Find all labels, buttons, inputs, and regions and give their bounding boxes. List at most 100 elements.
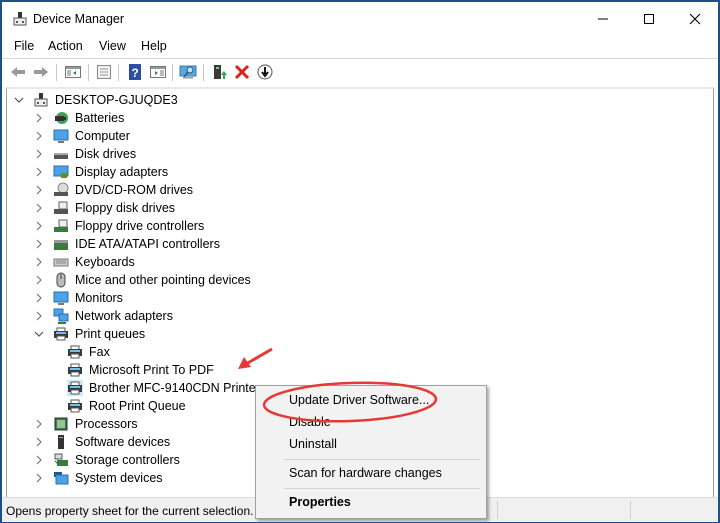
floppy-disk-icon: [53, 200, 69, 216]
menu-help[interactable]: Help: [141, 39, 167, 53]
expand-toggle[interactable]: [33, 418, 45, 430]
title-bar[interactable]: Device Manager: [2, 2, 718, 36]
properties-button[interactable]: [95, 63, 113, 81]
chevron-right-icon: [36, 311, 42, 321]
menu-scan-hardware[interactable]: Scan for hardware changes: [289, 466, 442, 480]
tree-category[interactable]: Floppy drive controllers: [33, 217, 206, 235]
chevron-right-icon: [36, 293, 42, 303]
menu-separator: [284, 488, 480, 489]
tree-item-label: Display adapters: [75, 165, 169, 179]
menu-uninstall[interactable]: Uninstall: [289, 437, 337, 451]
printer-icon: [67, 362, 83, 378]
disable-button[interactable]: [256, 63, 274, 81]
minimize-button[interactable]: [580, 2, 626, 36]
tree-item-label: DESKTOP-GJUQDE3: [55, 93, 178, 107]
action-pane-button[interactable]: [149, 63, 167, 81]
disable-icon: [257, 64, 273, 80]
expand-toggle[interactable]: [13, 94, 25, 106]
help-button[interactable]: ?: [126, 63, 144, 81]
tree-category[interactable]: Mice and other pointing devices: [33, 271, 253, 289]
tree-category[interactable]: Disk drives: [33, 145, 138, 163]
menu-view[interactable]: View: [99, 39, 126, 53]
svg-text:?: ?: [131, 66, 138, 80]
menu-action[interactable]: Action: [48, 39, 83, 53]
update-driver-button[interactable]: [211, 63, 229, 81]
tree-item-label: Brother MFC-9140CDN Printer: [87, 381, 262, 395]
expand-toggle[interactable]: [33, 184, 45, 196]
tree-category[interactable]: Processors: [33, 415, 140, 433]
tree-item-label: Floppy drive controllers: [75, 219, 205, 233]
tree-device[interactable]: Root Print Queue: [67, 397, 188, 415]
expand-toggle[interactable]: [33, 310, 45, 322]
tree-category[interactable]: Monitors: [33, 289, 125, 307]
chevron-right-icon: [36, 275, 42, 285]
tree-item-label: Print queues: [75, 327, 146, 341]
tree-category[interactable]: IDE ATA/ATAPI controllers: [33, 235, 222, 253]
chevron-right-icon: [36, 257, 42, 267]
toolbar-separator: [56, 64, 57, 81]
console-tree-button[interactable]: [64, 63, 82, 81]
software-device-icon: [53, 434, 69, 450]
tree-category[interactable]: DVD/CD-ROM drives: [33, 181, 195, 199]
chevron-down-icon: [34, 331, 44, 337]
tree-category[interactable]: Software devices: [33, 433, 172, 451]
tree-category[interactable]: Print queues: [33, 325, 147, 343]
expand-toggle[interactable]: [33, 202, 45, 214]
chevron-right-icon: [36, 437, 42, 447]
tree-item-label: Root Print Queue: [89, 399, 186, 413]
tree-category[interactable]: Batteries: [33, 109, 126, 127]
tree-category[interactable]: Storage controllers: [33, 451, 182, 469]
expand-toggle[interactable]: [33, 454, 45, 466]
context-menu: Update Driver Software... Disable Uninst…: [255, 385, 487, 519]
show-action-pane-icon: [150, 66, 166, 78]
expand-toggle[interactable]: [33, 328, 45, 340]
toolbar: ?: [2, 58, 718, 85]
expand-toggle[interactable]: [33, 166, 45, 178]
expand-toggle[interactable]: [33, 238, 45, 250]
menu-disable[interactable]: Disable: [289, 415, 331, 429]
tree-item-label: Microsoft Print To PDF: [89, 363, 214, 377]
expand-toggle[interactable]: [33, 436, 45, 448]
tree-item-label: Storage controllers: [75, 453, 180, 467]
close-button[interactable]: [672, 2, 718, 36]
chevron-right-icon: [36, 167, 42, 177]
show-hide-console-tree-icon: [65, 66, 81, 78]
tree-category[interactable]: Floppy disk drives: [33, 199, 177, 217]
expand-toggle[interactable]: [33, 292, 45, 304]
expand-toggle[interactable]: [33, 130, 45, 142]
tree-device[interactable]: Microsoft Print To PDF: [67, 361, 216, 379]
display-adapter-icon: [53, 164, 69, 180]
tree-device-selected[interactable]: Brother MFC-9140CDN Printer: [67, 379, 262, 397]
battery-icon: [53, 110, 69, 126]
expand-toggle[interactable]: [33, 274, 45, 286]
menu-properties[interactable]: Properties: [289, 495, 351, 509]
expand-toggle[interactable]: [33, 148, 45, 160]
tree-category[interactable]: Network adapters: [33, 307, 175, 325]
tree-category[interactable]: Computer: [33, 127, 132, 145]
menu-file[interactable]: File: [14, 39, 34, 53]
tree-item-label: Software devices: [75, 435, 171, 449]
chevron-right-icon: [36, 113, 42, 123]
tree-item-label: Network adapters: [75, 309, 173, 323]
uninstall-button[interactable]: [233, 63, 251, 81]
toolbar-separator: [172, 64, 173, 81]
maximize-button[interactable]: [626, 2, 672, 36]
forward-button[interactable]: [32, 63, 50, 81]
keyboard-icon: [53, 254, 69, 270]
tree-item-label: Fax: [89, 345, 110, 359]
expand-toggle[interactable]: [33, 112, 45, 124]
expand-toggle[interactable]: [33, 220, 45, 232]
tree-root-computer[interactable]: DESKTOP-GJUQDE3: [13, 91, 180, 109]
expand-toggle[interactable]: [33, 256, 45, 268]
expand-toggle[interactable]: [33, 472, 45, 484]
scan-hardware-button[interactable]: [179, 63, 197, 81]
toolbar-separator: [88, 64, 89, 81]
menu-bar: File Action View Help: [2, 36, 718, 56]
tree-category[interactable]: Display adapters: [33, 163, 170, 181]
tree-category[interactable]: System devices: [33, 469, 165, 487]
back-button[interactable]: [9, 63, 27, 81]
forward-arrow-icon: [34, 67, 48, 77]
menu-update-driver-software[interactable]: Update Driver Software...: [289, 393, 429, 407]
tree-device[interactable]: Fax: [67, 343, 112, 361]
tree-category[interactable]: Keyboards: [33, 253, 137, 271]
